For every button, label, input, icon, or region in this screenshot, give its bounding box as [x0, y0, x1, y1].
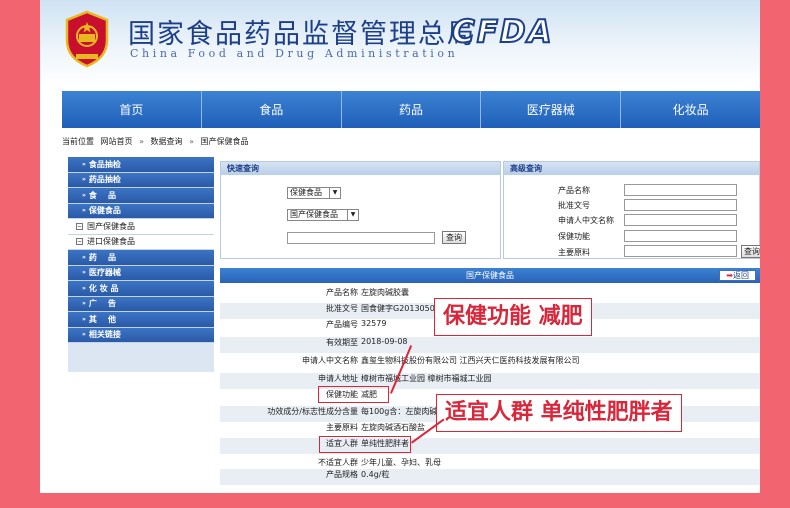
detail-row: 申请人中文名称 鑫玺生物科技股份有限公司 江西兴天仁医药科技发展有限公司 [220, 355, 760, 371]
quick-search-input[interactable] [287, 232, 435, 244]
subcategory-select[interactable]: 国产保健食品 ▼ [287, 209, 359, 221]
detail-row: 适宜人群 单纯性肥胖者 [220, 438, 760, 454]
nav-food[interactable]: 食品 [201, 91, 342, 128]
main-nav: 首页 食品 药品 医疗器械 化妆品 [62, 91, 760, 128]
row-value: 左旋肉碱酒石酸盐 [361, 423, 425, 432]
sidebar-item-imported-health-food[interactable]: − 进口保健食品 [68, 234, 214, 250]
nav-cosmetics[interactable]: 化妆品 [621, 91, 760, 128]
detail-row: 申请人地址 樟树市福城工业园 樟树市福城工业园 [220, 373, 760, 389]
row-label: 功效成分/标志性成分含量 [267, 407, 358, 416]
breadcrumb: 当前位置 网站首页 » 数据查询 » 国产保健食品 [62, 136, 253, 147]
approval-no-input[interactable] [624, 199, 737, 211]
field-label-approval-no: 批准文号 [558, 201, 590, 210]
row-label: 产品编号 [326, 320, 358, 329]
arrow-right-icon: ➡ [726, 271, 733, 280]
row-value: 樟树市福城工业园 樟树市福城工业园 [361, 374, 492, 383]
back-button[interactable]: ➡返回 [719, 270, 756, 281]
highlight-box-function [318, 386, 389, 403]
sidebar-item-cosmetics[interactable]: » 化 妆 品 [68, 281, 214, 297]
row-value: 左旋肉碱胶囊 [361, 288, 409, 297]
sidebar-item-health-food[interactable]: » 保健食品 [68, 203, 214, 219]
sidebar-item-domestic-health-food[interactable]: − 国产保健食品 [68, 219, 214, 235]
product-name-input[interactable] [624, 184, 737, 196]
detail-title: 国产保健食品 [466, 271, 514, 280]
breadcrumb-separator: » [189, 137, 194, 146]
sidebar-item-other[interactable]: » 其 他 [68, 312, 214, 328]
ingredients-input[interactable] [624, 245, 737, 257]
breadcrumb-home[interactable]: 网站首页 [101, 137, 133, 146]
collapse-icon: − [76, 238, 83, 246]
site-title: 国家食品药品监督管理总局 [128, 19, 476, 50]
field-label-ingredients: 主要原料 [558, 248, 590, 257]
sidebar: » 食品抽检 » 药品抽检 » 食 品 » 保健食品 − 国产保健食品 − 进口保健食品 »… [68, 157, 214, 372]
field-label-applicant: 申请人中文名称 [558, 216, 614, 225]
nav-devices[interactable]: 医疗器械 [481, 91, 622, 128]
quick-search-panel: 快速查询 保健食品 ▼ 国产保健食品 ▼ 查询 [220, 161, 501, 259]
row-label: 主要原料 [326, 423, 358, 432]
callout-population: 适宜人群 单纯性肥胖者 [436, 394, 682, 432]
field-label-product-name: 产品名称 [558, 186, 590, 195]
sidebar-item-links[interactable]: » 相关链接 [68, 327, 214, 343]
row-label: 批准文号 [326, 304, 358, 313]
quick-search-title: 快速查询 [221, 162, 500, 175]
detail-row: 有效期至 2018-09-08 [220, 337, 760, 353]
breadcrumb-data-query[interactable]: 数据查询 [151, 137, 183, 146]
sidebar-item-food[interactable]: » 食 品 [68, 188, 214, 204]
detail-title-bar: 国产保健食品 ➡返回 [220, 268, 760, 283]
row-label: 申请人中文名称 [302, 356, 358, 365]
row-value: 鑫玺生物科技股份有限公司 江西兴天仁医药科技发展有限公司 [361, 356, 580, 365]
applicant-input[interactable] [624, 214, 737, 226]
row-label: 有效期至 [326, 338, 358, 347]
sidebar-item-devices[interactable]: » 医疗器械 [68, 265, 214, 281]
row-value: 32579 [361, 319, 387, 328]
detail-row: 产品规格 0.4g/粒 [220, 469, 760, 485]
sidebar-item-ads[interactable]: » 广 告 [68, 296, 214, 312]
sidebar-item-drug-sampling[interactable]: » 药品抽检 [68, 172, 214, 188]
row-value: 2018-09-08 [361, 337, 408, 346]
row-label: 产品规格 [326, 470, 358, 479]
row-label: 申请人地址 [318, 374, 358, 383]
field-label-function: 保健功能 [558, 232, 590, 241]
chevron-down-icon: ▼ [329, 188, 340, 198]
advanced-search-button[interactable]: 查询 [741, 245, 760, 258]
nav-home[interactable]: 首页 [62, 91, 202, 128]
breadcrumb-separator: » [139, 137, 144, 146]
row-value: 少年儿童、孕妇、乳母 [361, 458, 441, 467]
row-label: 产品名称 [326, 288, 358, 297]
callout-function: 保健功能 减肥 [434, 298, 592, 336]
quick-search-button[interactable]: 查询 [442, 231, 466, 244]
site-subtitle: China Food and Drug Administration [130, 47, 459, 60]
site-header: 国家食品药品监督管理总局 China Food and Drug Adminis… [40, 0, 760, 88]
chevron-down-icon: ▼ [347, 210, 358, 220]
category-select[interactable]: 保健食品 ▼ [287, 187, 341, 199]
sidebar-item-food-sampling[interactable]: » 食品抽检 [68, 157, 214, 173]
advanced-search-panel: 高级查询 产品名称 批准文号 申请人中文名称 保健功能 主要原料 查询 [503, 161, 760, 259]
breadcrumb-current: 国产保健食品 [200, 137, 249, 146]
collapse-icon: − [76, 222, 83, 230]
brand-logo: CFDA [451, 13, 554, 51]
browser-frame: 国家食品药品监督管理总局 China Food and Drug Adminis… [40, 0, 760, 493]
breadcrumb-label: 当前位置 [62, 137, 94, 146]
nav-drugs[interactable]: 药品 [341, 91, 482, 128]
highlight-box-population [319, 436, 411, 453]
sidebar-item-drugs[interactable]: » 药 品 [68, 250, 214, 266]
advanced-search-title: 高级查询 [504, 162, 759, 175]
national-emblem-icon [65, 10, 109, 68]
row-value: 国食健字G20130508 [361, 304, 440, 313]
function-input[interactable] [624, 230, 737, 242]
row-value: 0.4g/粒 [361, 470, 390, 479]
row-label: 不适宜人群 [318, 458, 358, 467]
